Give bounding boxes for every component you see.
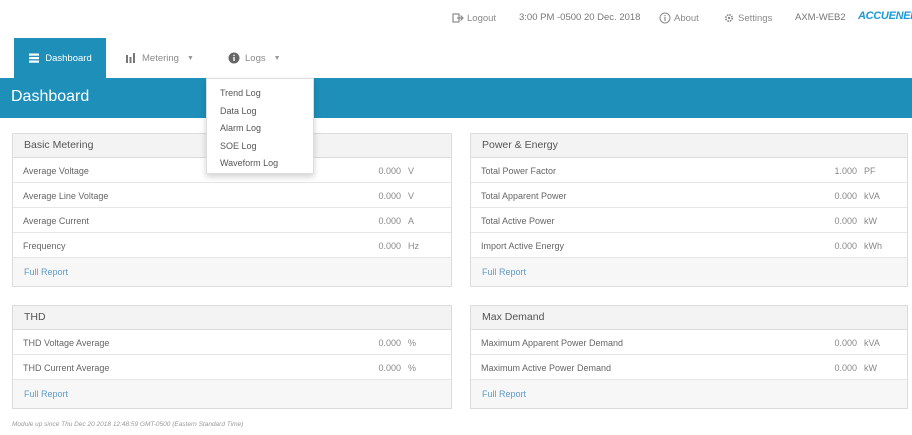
uptime-footer: Module up since Thu Dec 20 2018 12:48:59… [12,421,244,428]
row-value: 0.000 [834,338,857,348]
row-unit: Hz [408,241,419,251]
panel-title: Power & Energy [471,134,907,158]
about-link[interactable]: About [659,12,699,24]
settings-link[interactable]: Settings [723,12,772,24]
table-row: Total Active Power 0.000 kW [471,208,907,233]
row-unit: kWh [864,241,882,251]
info-icon [659,12,671,24]
row-label: Import Active Energy [481,241,565,251]
device-name: AXM-WEB2 [795,12,846,23]
list-icon [29,53,40,63]
row-value: 0.000 [834,216,857,226]
max-demand-panel: Max Demand Maximum Apparent Power Demand… [470,305,908,409]
row-label: Maximum Apparent Power Demand [481,338,624,348]
row-value: 0.000 [378,338,401,348]
menu-item-waveform-log[interactable]: Waveform Log [207,155,313,173]
table-row: Total Apparent Power 0.000 kVA [471,183,907,208]
row-value: 0.000 [378,363,401,373]
table-row: THD Current Average 0.000 % [13,355,451,380]
panel-title: THD [13,306,451,330]
row-label: THD Current Average [23,363,110,373]
table-row: Import Active Energy 0.000 kWh [471,233,907,258]
row-label: Average Line Voltage [23,191,109,201]
full-report-link[interactable]: Full Report [471,258,907,286]
row-unit: V [408,166,415,176]
row-label: Average Current [23,216,89,226]
row-value: 0.000 [834,363,857,373]
brand-logo: ACCUENERGY [858,10,912,22]
logout-label: Logout [467,12,497,24]
row-label: THD Voltage Average [23,338,110,348]
row-value: 1.000 [834,166,857,176]
row-label: Total Active Power [481,216,555,226]
about-label: About [674,12,699,24]
logs-dropdown-menu: Trend Log Data Log Alarm Log SOE Log Wav… [206,78,314,174]
menu-item-soe-log[interactable]: SOE Log [207,138,313,156]
row-label: Total Power Factor [481,166,557,176]
row-unit: kW [864,216,877,226]
thd-panel: THD THD Voltage Average 0.000 % THD Curr… [12,305,452,409]
chevron-down-icon: ▼ [186,54,194,62]
row-unit: kVA [864,338,880,348]
datetime-display: 3:00 PM -0500 20 Dec. 2018 [519,12,641,23]
row-unit: kVA [864,191,880,201]
row-label: Maximum Active Power Demand [481,363,612,373]
row-value: 0.000 [378,216,401,226]
row-unit: kW [864,363,877,373]
logout-link[interactable]: Logout [452,12,496,24]
menu-item-data-log[interactable]: Data Log [207,103,313,121]
logout-icon [452,13,464,23]
power-energy-panel: Power & Energy Total Power Factor 1.000 … [470,133,908,287]
row-unit: PF [864,166,876,176]
table-row: Total Power Factor 1.000 PF [471,158,907,183]
full-report-link[interactable]: Full Report [471,380,907,408]
top-utility-bar: Logout 3:00 PM -0500 20 Dec. 2018 About … [0,0,912,38]
table-row: Average Current 0.000 A [13,208,451,233]
row-value: 0.000 [378,191,401,201]
tab-metering[interactable]: Metering ▼ [125,38,194,78]
table-row: Average Line Voltage 0.000 V [13,183,451,208]
row-label: Total Apparent Power [481,191,567,201]
table-row: Maximum Apparent Power Demand 0.000 kVA [471,330,907,355]
table-row: Maximum Active Power Demand 0.000 kW [471,355,907,380]
page-title: Dashboard [11,88,90,105]
row-value: 0.000 [834,241,857,251]
row-unit: % [408,338,417,348]
row-value: 0.000 [378,241,401,251]
row-value: 0.000 [834,191,857,201]
full-report-link[interactable]: Full Report [13,380,451,408]
tab-logs-label: Logs [245,52,266,64]
full-report-link[interactable]: Full Report [13,258,451,286]
settings-label: Settings [738,12,773,24]
tab-metering-label: Metering [142,52,179,64]
table-row: Frequency 0.000 Hz [13,233,451,258]
chevron-down-icon: ▼ [273,54,281,62]
row-value: 0.000 [378,166,401,176]
bar-chart-icon [126,53,135,63]
row-unit: V [408,191,415,201]
page-header-band: Dashboard [0,78,912,118]
main-nav: Dashboard Metering ▼ Logs ▼ [0,38,912,78]
row-label: Average Voltage [23,166,89,176]
tab-dashboard[interactable]: Dashboard [14,38,106,78]
row-label: Frequency [23,241,66,251]
row-unit: A [408,216,415,226]
panel-title: Max Demand [471,306,907,330]
gear-icon [724,13,734,23]
tab-logs[interactable]: Logs ▼ [228,38,281,78]
row-unit: % [408,363,417,373]
menu-item-trend-log[interactable]: Trend Log [207,85,313,103]
tab-dashboard-label: Dashboard [45,52,92,64]
menu-item-alarm-log[interactable]: Alarm Log [207,120,313,138]
table-row: THD Voltage Average 0.000 % [13,330,451,355]
info-circle-icon [228,52,240,64]
